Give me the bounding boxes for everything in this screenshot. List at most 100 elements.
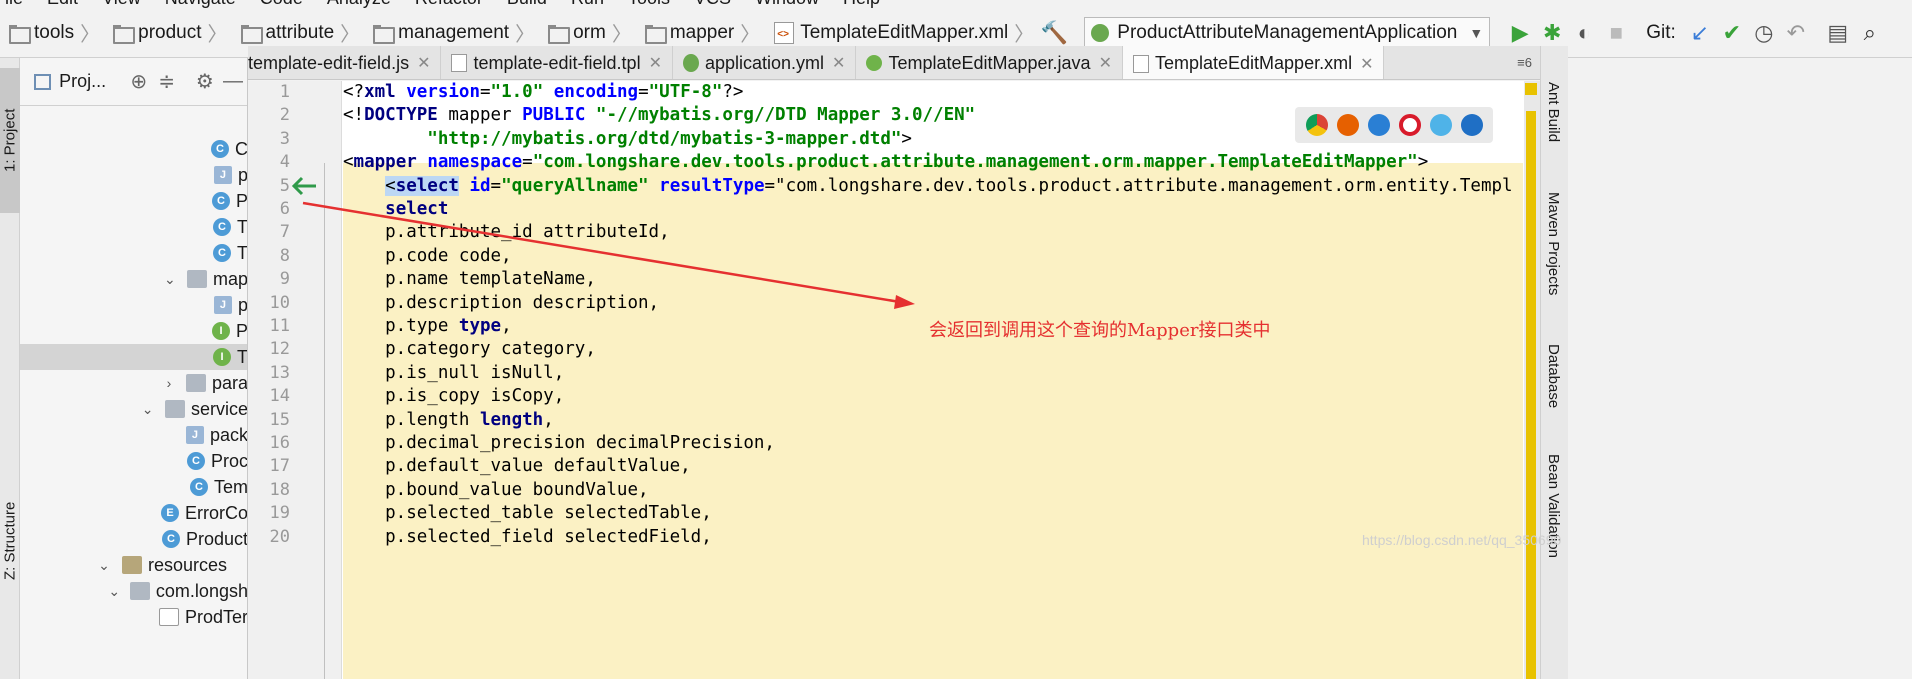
tree-item[interactable]: E ErrorCo bbox=[20, 500, 247, 526]
tab-application-yml[interactable]: application.yml ✕ bbox=[673, 46, 857, 79]
tool-window-maven-tab[interactable]: Maven Projects bbox=[1545, 192, 1562, 295]
hide-panel-icon[interactable]: — bbox=[219, 70, 247, 93]
chevron-right-icon: 〉 bbox=[740, 24, 761, 46]
chevron-right-icon[interactable]: › bbox=[161, 375, 176, 391]
tree-item[interactable]: CT bbox=[20, 240, 247, 266]
menu-edit[interactable]: Edit bbox=[47, 0, 78, 8]
code-line: p.bound_value boundValue, bbox=[343, 479, 649, 500]
menu-tools[interactable]: Tools bbox=[628, 0, 670, 8]
folder-icon bbox=[129, 582, 150, 600]
code-line: "http://mybatis.org/dtd/mybatis-3-mapper… bbox=[427, 128, 912, 149]
tree-item[interactable]: ⌄ com.longsh bbox=[20, 578, 247, 604]
menu-help[interactable]: Help bbox=[843, 0, 880, 8]
close-icon[interactable]: ✕ bbox=[417, 53, 430, 73]
project-panel-toolbar: Proj... ⊕ ≑ ⚙ — bbox=[20, 58, 247, 106]
tool-window-database-tab[interactable]: Database bbox=[1545, 344, 1562, 408]
project-structure-icon[interactable]: ▤ bbox=[1822, 8, 1854, 57]
collapse-all-icon[interactable]: ≑ bbox=[153, 69, 181, 94]
locate-file-icon[interactable]: ⊕ bbox=[125, 69, 153, 94]
tree-item[interactable]: C Product bbox=[20, 526, 247, 552]
menu-window[interactable]: Window bbox=[755, 0, 819, 8]
tree-item[interactable]: C Tem bbox=[20, 474, 248, 500]
close-icon[interactable]: ✕ bbox=[1099, 53, 1112, 73]
menu-file[interactable]: File bbox=[0, 0, 23, 8]
gear-icon[interactable]: ⚙ bbox=[191, 69, 219, 94]
tree-item[interactable]: ⌄ map bbox=[20, 266, 248, 292]
tab-template-edit-mapper-java[interactable]: TemplateEditMapper.java ✕ bbox=[856, 46, 1123, 79]
tabs-overflow-indicator[interactable]: ≡6 bbox=[1509, 46, 1540, 79]
tree-item[interactable]: CC bbox=[20, 136, 247, 162]
menu-navigate[interactable]: Navigate bbox=[165, 0, 236, 8]
chevron-down-icon[interactable]: ⌄ bbox=[140, 401, 155, 418]
tree-item[interactable]: Jp bbox=[20, 292, 247, 318]
tree-item[interactable]: Jpack bbox=[20, 422, 247, 448]
tree-item[interactable]: › para bbox=[20, 370, 247, 396]
interface-icon bbox=[866, 55, 883, 71]
tool-window-ant-build-tab[interactable]: Ant Build bbox=[1545, 82, 1562, 142]
code-area[interactable]: <?xml version="1.0" encoding="UTF-8"?> <… bbox=[343, 81, 1523, 679]
tree-item[interactable]: ProdTer bbox=[20, 604, 247, 630]
tree-item[interactable]: IP bbox=[20, 318, 247, 344]
close-icon[interactable]: ✕ bbox=[832, 53, 845, 73]
navigate-to-interface-arrow-icon[interactable] bbox=[290, 175, 318, 197]
chevron-right-icon: 〉 bbox=[207, 24, 228, 46]
tree-item[interactable]: CT bbox=[20, 214, 247, 240]
tree-item[interactable]: Jp bbox=[20, 162, 247, 188]
chevron-down-icon[interactable]: ⌄ bbox=[162, 271, 177, 288]
menu-build[interactable]: Build bbox=[507, 0, 547, 8]
safari-icon[interactable] bbox=[1367, 114, 1390, 136]
menu-analyze[interactable]: Analyze bbox=[327, 0, 391, 8]
tree-item-label: map bbox=[212, 268, 248, 289]
code-line: select bbox=[385, 199, 449, 219]
stop-icon[interactable]: ■ bbox=[1600, 8, 1632, 57]
tree-item[interactable]: C Proc bbox=[20, 448, 247, 474]
xml-file-icon bbox=[774, 21, 795, 44]
firefox-icon[interactable] bbox=[1336, 114, 1359, 136]
breadcrumb-tools[interactable]: tools 〉 bbox=[0, 8, 104, 57]
internet-explorer-icon[interactable] bbox=[1429, 114, 1452, 136]
git-history-icon[interactable]: ◷ bbox=[1748, 8, 1780, 57]
code-line: <mapper namespace="com.longshare.dev.too… bbox=[343, 152, 1429, 173]
search-icon[interactable]: ⌕ bbox=[1854, 8, 1886, 57]
code-editor[interactable]: 1 2 3 4 5 6 7 8 9 10 11 12 13 14 15 16 1… bbox=[248, 81, 1540, 679]
opera-icon[interactable] bbox=[1398, 114, 1421, 136]
code-line: p.is_null isNull, bbox=[343, 362, 565, 383]
git-revert-icon[interactable]: ↶ bbox=[1780, 8, 1812, 57]
project-view-selector[interactable]: Proj... bbox=[59, 71, 125, 92]
left-tool-strip: 1: Project Z: Structure bbox=[0, 58, 20, 679]
close-icon[interactable]: ✕ bbox=[1360, 54, 1373, 74]
breadcrumb-product[interactable]: product 〉 bbox=[104, 8, 231, 57]
tool-window-project-tab[interactable]: 1: Project bbox=[0, 68, 20, 213]
tree-item[interactable]: CP bbox=[20, 188, 247, 214]
chevron-down-icon[interactable]: ⌄ bbox=[96, 557, 112, 574]
tab-template-edit-field-js[interactable]: template-edit-field.js ✕ bbox=[248, 46, 442, 79]
tab-label: TemplateEditMapper.java bbox=[888, 52, 1091, 73]
edge-icon[interactable] bbox=[1460, 114, 1483, 136]
menu-vcs[interactable]: VCS bbox=[694, 0, 731, 8]
chrome-icon[interactable] bbox=[1305, 114, 1328, 136]
coverage-icon[interactable]: ◐ bbox=[1568, 8, 1600, 57]
menu-bar: File Edit View Navigate Code Analyze Refactor B… bbox=[0, 0, 1912, 8]
tab-template-edit-field-tpl[interactable]: template-edit-field.tpl ✕ bbox=[441, 46, 673, 79]
xml-file-icon bbox=[1132, 54, 1149, 73]
tree-item[interactable]: ⌄ service bbox=[20, 396, 247, 422]
menu-code[interactable]: Code bbox=[260, 0, 303, 8]
tree-item-selected[interactable]: IT bbox=[20, 344, 247, 370]
code-line: p.length length, bbox=[343, 409, 554, 430]
menu-refactor[interactable]: Refactor bbox=[415, 0, 483, 8]
tool-window-structure-tab[interactable]: Z: Structure bbox=[0, 488, 20, 593]
close-icon[interactable]: ✕ bbox=[649, 53, 662, 73]
tab-template-edit-mapper-xml[interactable]: TemplateEditMapper.xml ✕ bbox=[1122, 46, 1385, 79]
git-commit-icon[interactable]: ✔ bbox=[1716, 8, 1748, 57]
warning-indicator-icon[interactable] bbox=[1525, 83, 1537, 95]
tree-item[interactable]: ⌄ resources bbox=[20, 552, 247, 578]
xml-file-icon bbox=[158, 608, 179, 626]
menu-run[interactable]: Run bbox=[571, 0, 604, 8]
tree-item-label: resources bbox=[148, 554, 228, 575]
tree-item-label: Tem bbox=[213, 476, 248, 497]
run-configuration-select[interactable]: ProductAttributeManagementApplication ▼ bbox=[1084, 16, 1491, 49]
menu-view[interactable]: View bbox=[102, 0, 141, 8]
error-stripe[interactable] bbox=[1524, 81, 1540, 679]
git-update-icon[interactable]: ↙ bbox=[1684, 8, 1716, 57]
chevron-down-icon[interactable]: ⌄ bbox=[107, 583, 121, 600]
